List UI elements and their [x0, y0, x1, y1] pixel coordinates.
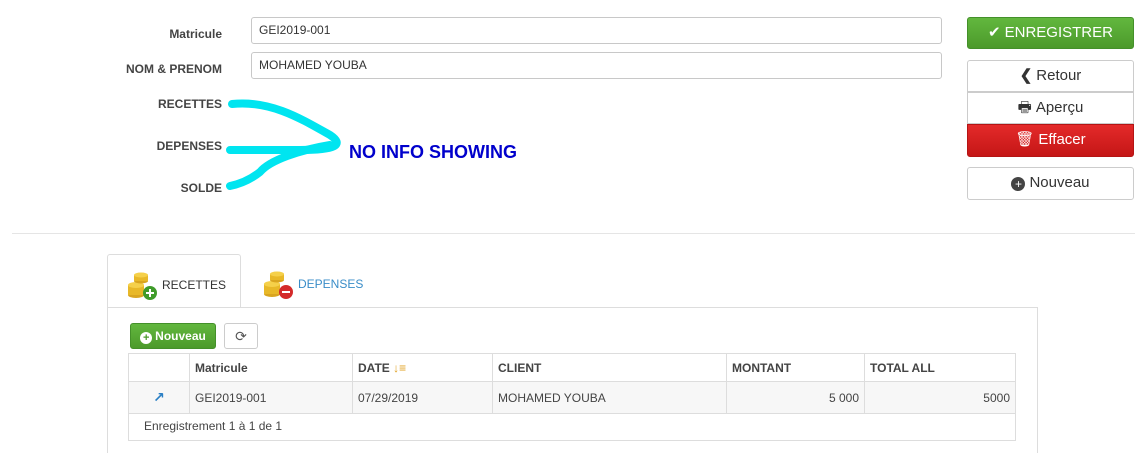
- plus-circle-icon: +: [1011, 177, 1026, 191]
- cell-montant: 5 000: [726, 381, 865, 414]
- tab-depenses-label: DEPENSES: [298, 277, 364, 292]
- column-header-date-label: DATE: [358, 360, 390, 375]
- print-icon: 🖶: [1017, 99, 1032, 116]
- panel-plus-icon: +: [140, 332, 153, 344]
- panel-new-button[interactable]: + Nouveau: [130, 323, 216, 349]
- panel-new-button-label: Nouveau: [155, 329, 206, 343]
- column-header-client[interactable]: CLIENT: [492, 353, 727, 382]
- back-button-label: Retour: [1036, 67, 1082, 84]
- column-header-total[interactable]: TOTAL ALL: [864, 353, 1016, 382]
- annotation-text: NO INFO SHOWING: [349, 142, 517, 162]
- save-button-label: ENREGISTRER: [1004, 24, 1113, 41]
- new-button-label: Nouveau: [1029, 174, 1090, 191]
- cell-total: 5000: [864, 381, 1016, 414]
- table-header-row: Matricule DATE ↓≡ CLIENT MONTANT TOTAL A…: [128, 353, 1016, 382]
- preview-button[interactable]: 🖶 Aperçu: [967, 92, 1134, 124]
- annotation-arrow-strokes: [226, 99, 341, 190]
- table-footer: Enregistrement 1 à 1 de 1: [128, 413, 1016, 441]
- records-table: Matricule DATE ↓≡ CLIENT MONTANT TOTAL A…: [128, 353, 1016, 414]
- refresh-button[interactable]: ⟳: [224, 323, 258, 349]
- cell-matricule: GEI2019-001: [189, 381, 353, 414]
- save-button[interactable]: ✔ ENREGISTRER: [967, 17, 1134, 49]
- column-header-matricule[interactable]: Matricule: [189, 353, 353, 382]
- row-open-cell: ↗: [128, 381, 190, 414]
- cell-client: MOHAMED YOUBA: [492, 381, 727, 414]
- section-divider: [12, 233, 1135, 234]
- tab-recettes[interactable]: RECETTES: [107, 254, 241, 308]
- back-button[interactable]: ❮ Retour: [967, 60, 1134, 92]
- sort-desc-icon: ↓≡: [393, 360, 407, 375]
- coins-remove-icon: [262, 270, 294, 300]
- trash-icon: 🗑: [1015, 131, 1035, 148]
- refresh-icon: ⟳: [235, 328, 247, 344]
- delete-button[interactable]: 🗑 Effacer: [967, 124, 1134, 157]
- chevron-left-icon: ❮: [1019, 67, 1033, 84]
- table-row: ↗ GEI2019-001 07/29/2019 MOHAMED YOUBA 5…: [128, 381, 1016, 414]
- cell-date: 07/29/2019: [352, 381, 493, 414]
- new-button[interactable]: + Nouveau: [967, 167, 1134, 200]
- coins-add-icon: [126, 271, 158, 301]
- tab-depenses[interactable]: DEPENSES: [252, 254, 382, 308]
- preview-button-label: Aperçu: [1035, 99, 1084, 116]
- column-header-date[interactable]: DATE ↓≡: [352, 353, 493, 382]
- tab-recettes-label: RECETTES: [162, 278, 227, 293]
- column-header-montant[interactable]: MONTANT: [726, 353, 865, 382]
- column-header-action: [128, 353, 190, 382]
- external-link-icon[interactable]: ↗: [153, 389, 165, 405]
- check-icon: ✔: [988, 24, 1001, 41]
- delete-button-label: Effacer: [1038, 131, 1086, 148]
